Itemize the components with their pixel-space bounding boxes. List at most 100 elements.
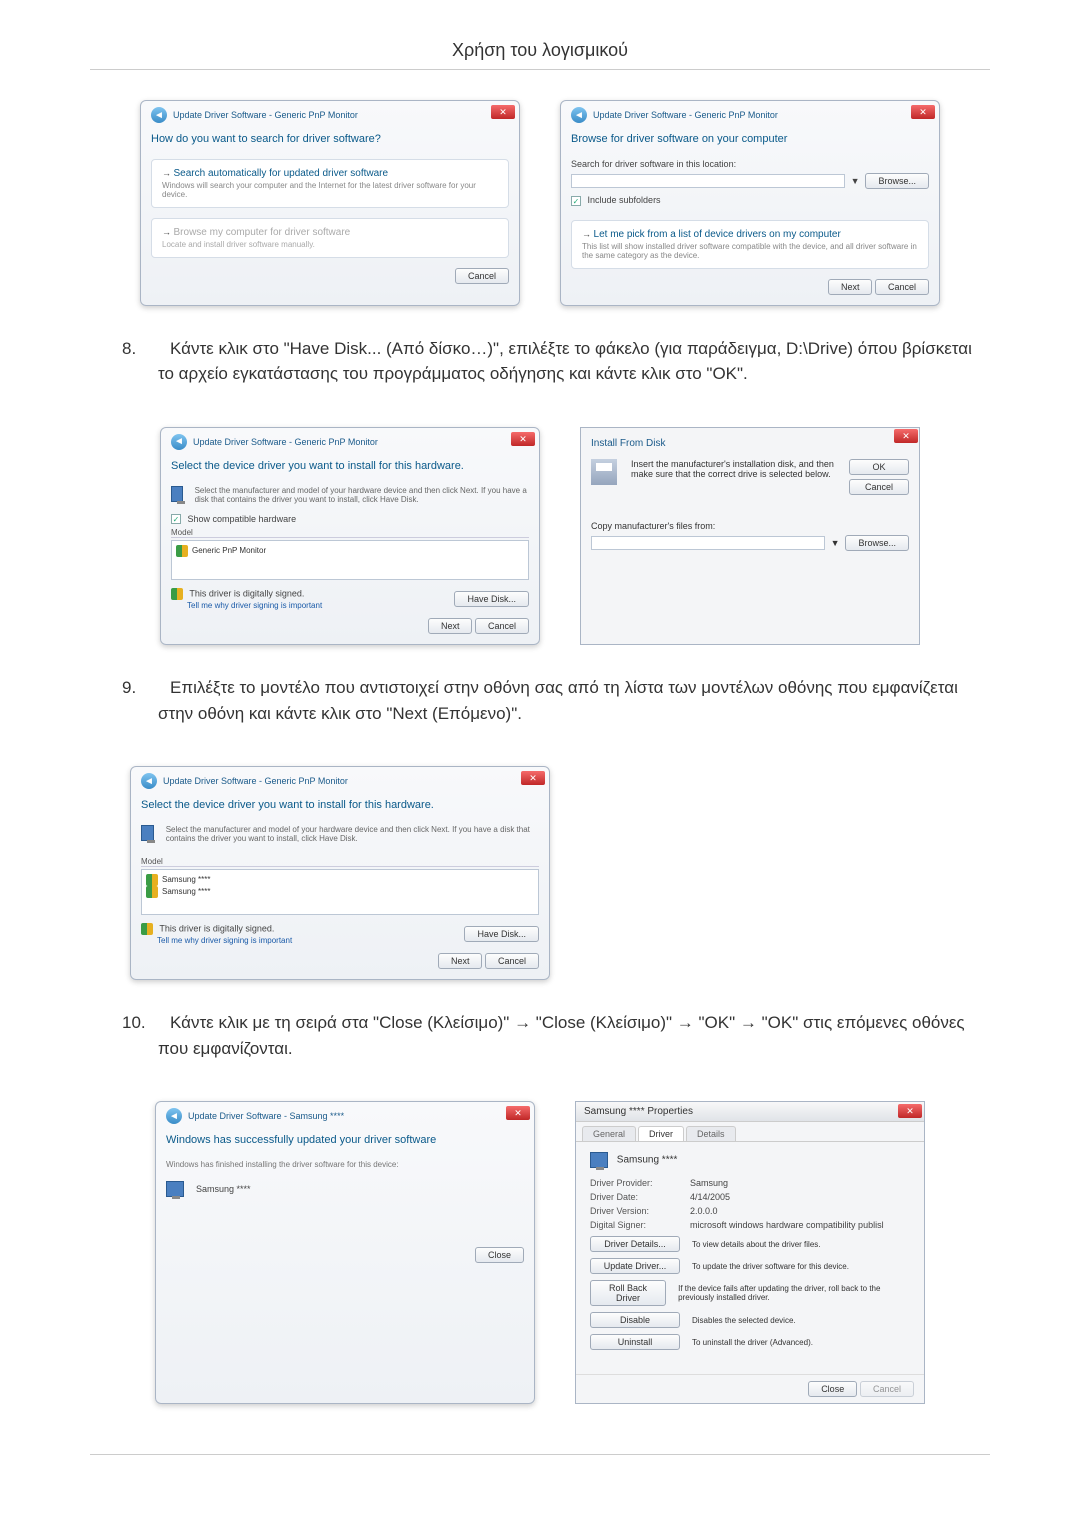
install-from-disk-dialog: ✕ Install From Disk Insert the manufactu… — [580, 427, 920, 646]
step-number: 10. — [140, 1010, 170, 1036]
dialog-row-1: ✕ ◄ Update Driver Software - Generic PnP… — [90, 100, 990, 306]
close-icon[interactable]: ✕ — [911, 105, 935, 119]
next-button[interactable]: Next — [828, 279, 873, 295]
browse-button[interactable]: Browse... — [845, 535, 909, 551]
model-column-header: Model — [141, 857, 539, 867]
copy-from-input[interactable] — [591, 536, 825, 550]
driver-details-button[interactable]: Driver Details... — [590, 1236, 680, 1252]
success-subtext: Windows has finished installing the driv… — [166, 1160, 524, 1169]
dialog-heading: Windows has successfully updated your dr… — [166, 1134, 524, 1146]
have-disk-button[interactable]: Have Disk... — [464, 926, 539, 942]
page-title: Χρήση του λογισμικού — [90, 40, 990, 70]
cancel-button: Cancel — [860, 1381, 914, 1397]
step-9: 9.Επιλέξτε το μοντέλο που αντιστοιχεί στ… — [90, 675, 990, 726]
driver-details-desc: To view details about the driver files. — [692, 1240, 821, 1249]
cancel-button[interactable]: Cancel — [455, 268, 509, 284]
model-list[interactable]: Samsung **** Samsung **** — [141, 869, 539, 915]
device-name: Samsung **** — [617, 1155, 678, 1166]
close-icon[interactable]: ✕ — [511, 432, 535, 446]
close-icon[interactable]: ✕ — [894, 429, 918, 443]
shield-icon — [141, 923, 153, 935]
step-text: Κάντε κλικ στο "Have Disk... (Από δίσκο…… — [158, 339, 972, 384]
uninstall-button[interactable]: Uninstall — [590, 1334, 680, 1350]
show-compatible-checkbox[interactable]: ✓ — [171, 514, 181, 524]
disable-button[interactable]: Disable — [590, 1312, 680, 1328]
step-text: Επιλέξτε το μοντέλο που αντιστοιχεί στην… — [158, 678, 958, 723]
cancel-button[interactable]: Cancel — [475, 618, 529, 634]
option-subtext: Windows will search your computer and th… — [162, 181, 498, 199]
date-value: 4/14/2005 — [690, 1192, 730, 1202]
dialog-title: Samsung **** Properties — [584, 1106, 693, 1117]
copy-from-label: Copy manufacturer's files from: — [591, 521, 909, 531]
list-item[interactable]: Samsung **** — [162, 887, 210, 896]
dialog-title: Update Driver Software - Generic PnP Mon… — [193, 437, 378, 447]
success-dialog: ✕ ◄ Update Driver Software - Samsung ***… — [155, 1101, 535, 1404]
close-icon[interactable]: ✕ — [506, 1106, 530, 1120]
tab-general[interactable]: General — [582, 1126, 636, 1141]
close-button[interactable]: Close — [475, 1247, 524, 1263]
close-icon[interactable]: ✕ — [898, 1104, 922, 1118]
update-driver-button[interactable]: Update Driver... — [590, 1258, 680, 1274]
dialog-title: Update Driver Software - Samsung **** — [188, 1111, 344, 1121]
model-list[interactable]: Generic PnP Monitor — [171, 540, 529, 580]
tab-details[interactable]: Details — [686, 1126, 736, 1141]
dialog-title: Update Driver Software - Generic PnP Mon… — [593, 110, 778, 120]
monitor-icon — [166, 1181, 184, 1197]
dialog-heading: Select the device driver you want to ins… — [141, 799, 539, 811]
search-location-label: Search for driver software in this locat… — [571, 159, 929, 169]
tab-driver[interactable]: Driver — [638, 1126, 684, 1141]
signer-value: microsoft windows hardware compatibility… — [690, 1220, 884, 1230]
why-signing-link[interactable]: Tell me why driver signing is important — [187, 601, 322, 610]
cancel-button[interactable]: Cancel — [849, 479, 909, 495]
back-icon[interactable]: ◄ — [166, 1108, 182, 1124]
cancel-button[interactable]: Cancel — [485, 953, 539, 969]
version-value: 2.0.0.0 — [690, 1206, 718, 1216]
signed-text: This driver is digitally signed. — [159, 924, 274, 934]
dialog-row-2: ✕ ◄ Update Driver Software - Generic PnP… — [90, 427, 990, 646]
back-icon[interactable]: ◄ — [151, 107, 167, 123]
close-icon[interactable]: ✕ — [491, 105, 515, 119]
monitor-icon — [171, 486, 183, 502]
rollback-button[interactable]: Roll Back Driver — [590, 1280, 666, 1306]
next-button[interactable]: Next — [438, 953, 483, 969]
close-button[interactable]: Close — [808, 1381, 857, 1397]
list-item[interactable]: Generic PnP Monitor — [192, 546, 266, 555]
list-item[interactable]: Samsung **** — [162, 875, 210, 884]
monitor-icon — [141, 825, 154, 841]
back-icon[interactable]: ◄ — [571, 107, 587, 123]
rollback-desc: If the device fails after updating the d… — [678, 1284, 910, 1302]
cancel-button[interactable]: Cancel — [875, 279, 929, 295]
next-button[interactable]: Next — [428, 618, 473, 634]
path-input[interactable] — [571, 174, 845, 188]
disable-desc: Disables the selected device. — [692, 1316, 796, 1325]
back-icon[interactable]: ◄ — [171, 434, 187, 450]
shield-icon — [146, 874, 158, 886]
provider-label: Driver Provider: — [590, 1178, 690, 1188]
option-title: Browse my computer for driver software — [174, 227, 351, 238]
step-text: Κάντε κλικ με τη σειρά στα "Close (Κλείσ… — [158, 1013, 965, 1058]
step-8: 8.Κάντε κλικ στο "Have Disk... (Από δίσκ… — [90, 336, 990, 387]
option-browse-computer[interactable]: → Browse my computer for driver software… — [151, 218, 509, 258]
option-subtext: Locate and install driver software manua… — [162, 240, 498, 249]
select-driver-dialog-2: ✕ ◄ Update Driver Software - Generic PnP… — [130, 766, 550, 980]
option-auto-search[interactable]: → Search automatically for updated drive… — [151, 159, 509, 208]
date-label: Driver Date: — [590, 1192, 690, 1202]
include-subfolders-label: Include subfolders — [588, 195, 661, 205]
why-signing-link[interactable]: Tell me why driver signing is important — [157, 936, 292, 945]
signer-label: Digital Signer: — [590, 1220, 690, 1230]
include-subfolders-checkbox[interactable]: ✓ — [571, 196, 581, 206]
shield-icon — [146, 886, 158, 898]
dialog-row-3: ✕ ◄ Update Driver Software - Generic PnP… — [90, 766, 990, 980]
close-icon[interactable]: ✕ — [521, 771, 545, 785]
back-icon[interactable]: ◄ — [141, 773, 157, 789]
model-column-header: Model — [171, 528, 529, 538]
dialog-row-4: ✕ ◄ Update Driver Software - Samsung ***… — [90, 1101, 990, 1404]
properties-dialog: Samsung **** Properties ✕ General Driver… — [575, 1101, 925, 1404]
provider-value: Samsung — [690, 1178, 728, 1188]
browse-button[interactable]: Browse... — [865, 173, 929, 189]
dialog-heading: How do you want to search for driver sof… — [151, 133, 509, 145]
ok-button[interactable]: OK — [849, 459, 909, 475]
have-disk-button[interactable]: Have Disk... — [454, 591, 529, 607]
floppy-icon — [591, 459, 617, 485]
option-pick-from-list[interactable]: → Let me pick from a list of device driv… — [571, 220, 929, 269]
